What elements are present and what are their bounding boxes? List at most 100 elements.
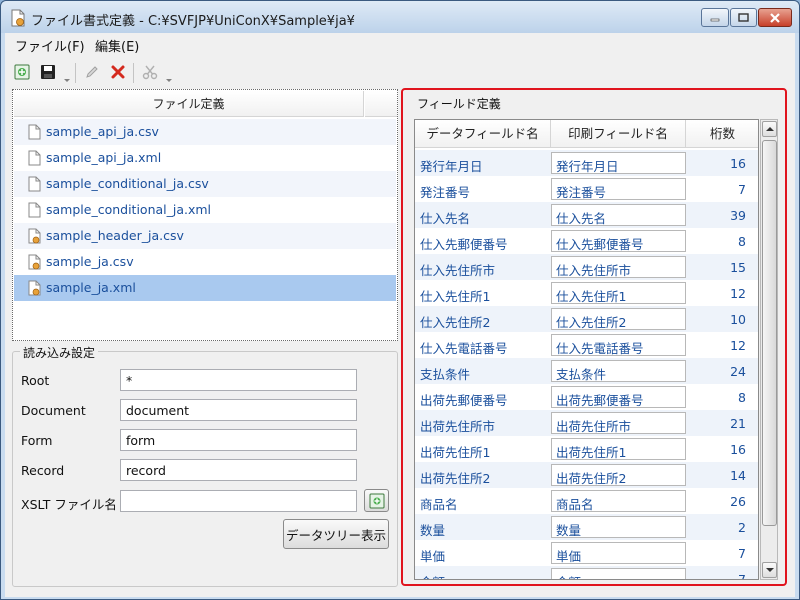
data-field-name: 数量 bbox=[420, 523, 446, 538]
print-field-name-input[interactable]: 仕入先住所市 bbox=[551, 256, 686, 278]
print-field-name-input[interactable]: 金額 bbox=[551, 568, 686, 579]
cut-button[interactable] bbox=[139, 61, 161, 83]
read-settings-title: 読み込み設定 bbox=[20, 344, 99, 361]
print-field-name-input[interactable]: 数量 bbox=[551, 516, 686, 538]
field-row[interactable]: 出荷先住所2 出荷先住所2 14 bbox=[415, 462, 758, 488]
data-tree-button[interactable]: データツリー表示 bbox=[283, 519, 389, 549]
print-field-name-input[interactable]: 仕入先郵便番号 bbox=[551, 230, 686, 252]
print-field-name-input[interactable]: 仕入先名 bbox=[551, 204, 686, 226]
print-field-name-input[interactable]: 出荷先住所1 bbox=[551, 438, 686, 460]
menu-edit[interactable]: 編集(E) bbox=[95, 36, 139, 55]
data-field-name: 金額 bbox=[420, 572, 445, 579]
print-field-name-input[interactable]: 仕入先電話番号 bbox=[551, 334, 686, 356]
field-definition-title: フィールド定義 bbox=[414, 95, 504, 112]
save-button[interactable] bbox=[37, 61, 59, 83]
field-row[interactable]: 出荷先住所市 出荷先住所市 21 bbox=[415, 410, 758, 436]
file-name: sample_ja.xml bbox=[46, 280, 136, 295]
root-input[interactable] bbox=[120, 369, 357, 391]
edit-button[interactable] bbox=[81, 61, 103, 83]
title-bar[interactable]: ファイル書式定義 - C:¥SVFJP¥UniConX¥Sample¥ja¥ bbox=[1, 1, 799, 33]
file-row[interactable]: sample_conditional_ja.xml bbox=[14, 197, 396, 223]
document-input[interactable] bbox=[120, 399, 357, 421]
digits-value: 12 bbox=[730, 338, 746, 353]
data-field-name: 仕入先住所1 bbox=[420, 289, 491, 304]
field-row[interactable]: 仕入先住所1 仕入先住所1 12 bbox=[415, 280, 758, 306]
record-input[interactable] bbox=[120, 459, 357, 481]
file-row[interactable]: sample_api_ja.csv bbox=[14, 119, 396, 145]
field-row[interactable]: 金額 金額 7 bbox=[415, 566, 758, 580]
delete-icon bbox=[111, 65, 125, 79]
field-row[interactable]: 商品名 商品名 26 bbox=[415, 488, 758, 514]
file-list-header-filler bbox=[365, 91, 397, 117]
xslt-browse-button[interactable] bbox=[364, 489, 389, 512]
close-button[interactable] bbox=[758, 8, 792, 27]
maximize-icon bbox=[738, 13, 749, 22]
field-row[interactable]: 数量 数量 2 bbox=[415, 514, 758, 540]
digits-value: 10 bbox=[730, 312, 746, 327]
field-row[interactable]: 仕入先電話番号 仕入先電話番号 12 bbox=[415, 332, 758, 358]
digits-value: 8 bbox=[738, 234, 746, 249]
menu-file[interactable]: ファイル(F) bbox=[15, 36, 85, 55]
print-field-name-input[interactable]: 発行年月日 bbox=[551, 152, 686, 174]
digits-value: 39 bbox=[730, 208, 746, 223]
edit-icon bbox=[86, 66, 98, 78]
print-field-name-input[interactable]: 出荷先郵便番号 bbox=[551, 386, 686, 408]
digits-value: 21 bbox=[730, 416, 746, 431]
field-definition-table: データフィールド名 印刷フィールド名 桁数 発行年月日 発行年月日 16 発注番号 発注… bbox=[414, 119, 759, 580]
scroll-thumb[interactable] bbox=[762, 140, 777, 526]
save-icon bbox=[41, 65, 55, 79]
toolbar-separator bbox=[75, 63, 76, 83]
field-row[interactable]: 出荷先郵便番号 出荷先郵便番号 8 bbox=[415, 384, 758, 410]
field-row[interactable]: 支払条件 支払条件 24 bbox=[415, 358, 758, 384]
print-field-name-input[interactable]: 仕入先住所1 bbox=[551, 282, 686, 304]
print-field-name-input[interactable]: 単価 bbox=[551, 542, 686, 564]
data-field-name: 支払条件 bbox=[420, 367, 471, 382]
field-row[interactable]: 出荷先住所1 出荷先住所1 16 bbox=[415, 436, 758, 462]
open-button[interactable] bbox=[11, 61, 33, 83]
data-field-name: 仕入先電話番号 bbox=[420, 341, 508, 356]
file-name: sample_ja.csv bbox=[46, 254, 134, 269]
file-row[interactable]: sample_conditional_ja.csv bbox=[14, 171, 396, 197]
col-header-digits[interactable]: 桁数 bbox=[686, 120, 758, 148]
field-row[interactable]: 発行年月日 発行年月日 16 bbox=[415, 150, 758, 176]
toolbar bbox=[5, 57, 795, 87]
delete-button[interactable] bbox=[107, 61, 129, 83]
scroll-down-arrow-icon[interactable] bbox=[762, 562, 777, 578]
print-field-name-input[interactable]: 仕入先住所2 bbox=[551, 308, 686, 330]
cut-dropdown[interactable] bbox=[165, 65, 173, 87]
file-row[interactable]: sample_ja.csv bbox=[14, 249, 396, 275]
cut-icon bbox=[142, 65, 158, 80]
print-field-name-input[interactable]: 出荷先住所2 bbox=[551, 464, 686, 486]
print-field-name-input[interactable]: 出荷先住所市 bbox=[551, 412, 686, 434]
file-row[interactable]: sample_header_ja.csv bbox=[14, 223, 396, 249]
field-table-scrollbar[interactable] bbox=[760, 119, 778, 580]
print-field-name-input[interactable]: 発注番号 bbox=[551, 178, 686, 200]
minimize-button[interactable] bbox=[701, 8, 729, 27]
file-icon bbox=[28, 150, 41, 166]
minimize-icon bbox=[710, 18, 720, 21]
digits-value: 7 bbox=[738, 182, 746, 197]
file-row[interactable]: sample_api_ja.xml bbox=[14, 145, 396, 171]
file-icon bbox=[28, 124, 41, 140]
field-row[interactable]: 単価 単価 7 bbox=[415, 540, 758, 566]
data-field-name: 商品名 bbox=[420, 497, 458, 512]
form-input[interactable] bbox=[120, 429, 357, 451]
save-dropdown[interactable] bbox=[63, 65, 71, 87]
field-row[interactable]: 仕入先住所市 仕入先住所市 15 bbox=[415, 254, 758, 280]
print-field-name-input[interactable]: 支払条件 bbox=[551, 360, 686, 382]
digits-value: 7 bbox=[738, 572, 746, 580]
print-field-name-input[interactable]: 商品名 bbox=[551, 490, 686, 512]
document-label: Document bbox=[21, 403, 86, 418]
field-row[interactable]: 仕入先住所2 仕入先住所2 10 bbox=[415, 306, 758, 332]
field-row[interactable]: 発注番号 発注番号 7 bbox=[415, 176, 758, 202]
col-header-print-field[interactable]: 印刷フィールド名 bbox=[551, 120, 686, 148]
file-name: sample_api_ja.csv bbox=[46, 124, 159, 139]
scroll-up-arrow-icon[interactable] bbox=[762, 121, 777, 137]
file-row-selected[interactable]: sample_ja.xml bbox=[14, 275, 396, 301]
field-row[interactable]: 仕入先名 仕入先名 39 bbox=[415, 202, 758, 228]
xslt-input[interactable] bbox=[120, 490, 357, 512]
maximize-button[interactable] bbox=[730, 8, 757, 27]
field-row[interactable]: 仕入先郵便番号 仕入先郵便番号 8 bbox=[415, 228, 758, 254]
file-list-header[interactable]: ファイル定義 bbox=[14, 91, 364, 117]
col-header-data-field[interactable]: データフィールド名 bbox=[415, 120, 551, 148]
